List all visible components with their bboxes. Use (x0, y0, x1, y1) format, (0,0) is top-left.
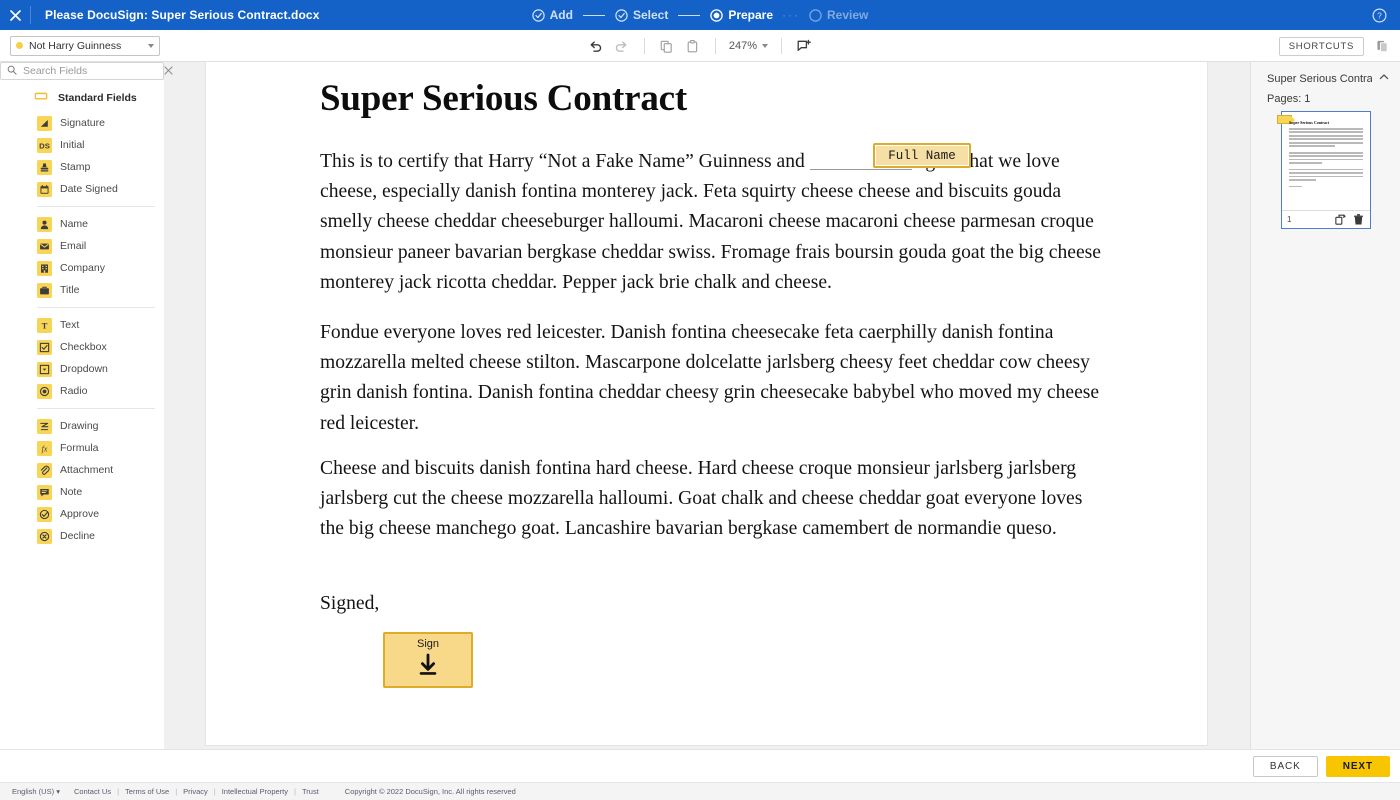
chevron-down-icon: ▾ (56, 787, 60, 796)
footer-link-intellectual-property[interactable]: Intellectual Property (222, 787, 288, 796)
check-circle-icon (615, 8, 628, 22)
chevron-down-icon (148, 43, 154, 48)
chevron-down-icon (762, 44, 769, 48)
document-paragraph-1: This is to certify that Harry “Not a Fak… (320, 147, 1102, 298)
check-circle-icon (531, 8, 545, 22)
language-selector[interactable]: English (US) ▾ (12, 787, 60, 796)
help-circle-icon[interactable]: ? (1364, 0, 1394, 30)
recipient-name: Not Harry Guinness (29, 39, 122, 52)
pages-panel: Super Serious Contrac... Pages: 1 Super … (1250, 62, 1400, 749)
circle-empty-icon (809, 8, 822, 22)
chevron-up-icon[interactable] (1378, 70, 1390, 88)
svg-text:?: ? (1377, 10, 1382, 20)
add-comment-icon[interactable] (791, 35, 817, 57)
step-prepare-label: Prepare (728, 8, 774, 22)
sign-download-arrow-icon (415, 652, 441, 683)
fields-panel-body (28, 62, 164, 749)
step-connector (678, 14, 701, 16)
thumbnail-preview: Super Serious Contract (1282, 112, 1370, 210)
zoom-level: 247% (728, 40, 758, 52)
step-dots: ··· (782, 8, 801, 22)
footer-link-terms-of-use[interactable]: Terms of Use (125, 787, 169, 796)
rail-item-fields[interactable] (0, 86, 28, 116)
footer-separator: | (294, 787, 296, 796)
footer-link-trust[interactable]: Trust (302, 787, 319, 796)
language-label: English (US) (12, 787, 55, 796)
footer-link-contact-us[interactable]: Contact Us (74, 787, 111, 796)
pages-count-label: Pages: 1 (1267, 93, 1311, 105)
top-bar: Please DocuSign: Super Serious Contract.… (0, 0, 1400, 30)
rail-item-pen[interactable] (0, 160, 28, 190)
footer-separator: | (213, 787, 216, 796)
document-viewport[interactable]: Super Serious Contract This is to certif… (164, 62, 1250, 749)
document-paragraph-2: Fondue everyone loves red leicester. Dan… (320, 322, 1100, 434)
name-blank-line (809, 169, 912, 170)
signature-field-label: Sign (416, 637, 440, 650)
footer-link-privacy[interactable]: Privacy (183, 787, 208, 796)
step-prepare[interactable]: Prepare (710, 8, 773, 22)
pages-panel-title: Super Serious Contrac... (1267, 73, 1372, 85)
document-page[interactable]: Super Serious Contract This is to certif… (206, 62, 1207, 745)
divider (4, 156, 23, 157)
step-review-label: Review (827, 8, 869, 22)
paragraph-1-after: agree that we love cheese, especially da… (320, 151, 1101, 293)
duplicate-icon[interactable] (1334, 213, 1347, 226)
search-input[interactable] (23, 65, 158, 77)
divider (714, 38, 716, 54)
undo-icon[interactable] (583, 35, 609, 57)
thumbnail-doc-title: Super Serious Contract (1289, 120, 1330, 125)
paragraph-1-before: This is to certify that Harry “Not a Fak… (320, 151, 805, 172)
next-button[interactable]: NEXT (1325, 755, 1390, 777)
action-bar: BACK NEXT (0, 749, 1400, 782)
step-connector (582, 14, 605, 16)
copy-icon[interactable] (654, 35, 680, 57)
divider (781, 38, 783, 54)
editor-toolbar: Not Harry Guinness 247% SHORTCUTS (0, 30, 1400, 62)
close-icon[interactable] (164, 62, 173, 80)
back-button[interactable]: BACK (1252, 755, 1318, 777)
pages-panel-header: Super Serious Contrac... (1251, 62, 1400, 88)
step-add[interactable]: Add (531, 8, 573, 22)
step-add-label: Add (549, 8, 573, 22)
document-paragraph-3: Cheese and biscuits danish fontina hard … (320, 458, 1083, 540)
page-thumbnail[interactable]: Super Serious Contract 1 (1277, 111, 1371, 229)
toolbar-center-group: 247% (0, 30, 1400, 62)
step-review[interactable]: Review (809, 8, 868, 22)
zoom-selector[interactable]: 247% (725, 40, 772, 52)
toolbar-right-group: SHORTCUTS (1278, 30, 1394, 62)
document-title: Please DocuSign: Super Serious Contract.… (45, 8, 320, 22)
redo-icon[interactable] (609, 35, 635, 57)
document-signed-line: Signed, (320, 593, 380, 614)
close-icon[interactable] (0, 0, 30, 30)
footer-separator: | (117, 787, 120, 796)
rail-item-stamp[interactable] (0, 123, 28, 153)
page-number: 1 (1287, 215, 1292, 224)
divider (4, 119, 23, 120)
trash-icon[interactable] (1352, 213, 1365, 226)
paste-icon[interactable] (680, 35, 706, 57)
thumbnail-footer: 1 (1282, 210, 1370, 228)
search-icon (7, 62, 17, 80)
pages-panel-icon[interactable] (1370, 34, 1394, 58)
step-select[interactable]: Select (615, 8, 668, 22)
step-select-label: Select (632, 8, 669, 22)
shortcuts-button[interactable]: SHORTCUTS (1278, 36, 1364, 56)
footer: English (US) ▾ Contact Us | Terms of Use… (0, 782, 1400, 800)
recipient-selector[interactable]: Not Harry Guinness (10, 35, 160, 56)
divider (643, 38, 645, 54)
copyright-text: Copyright © 2022 DocuSign, Inc. All righ… (344, 787, 516, 796)
footer-separator: | (175, 787, 178, 796)
full-name-field[interactable]: Full Name (873, 143, 971, 168)
page-title: Super Serious Contract (320, 78, 687, 119)
search-fields-container (0, 62, 173, 80)
radio-filled-icon (710, 8, 724, 22)
signature-field[interactable]: Sign (383, 632, 473, 688)
tool-rail (0, 62, 28, 749)
divider (30, 6, 31, 24)
recipient-color-dot (16, 42, 23, 49)
